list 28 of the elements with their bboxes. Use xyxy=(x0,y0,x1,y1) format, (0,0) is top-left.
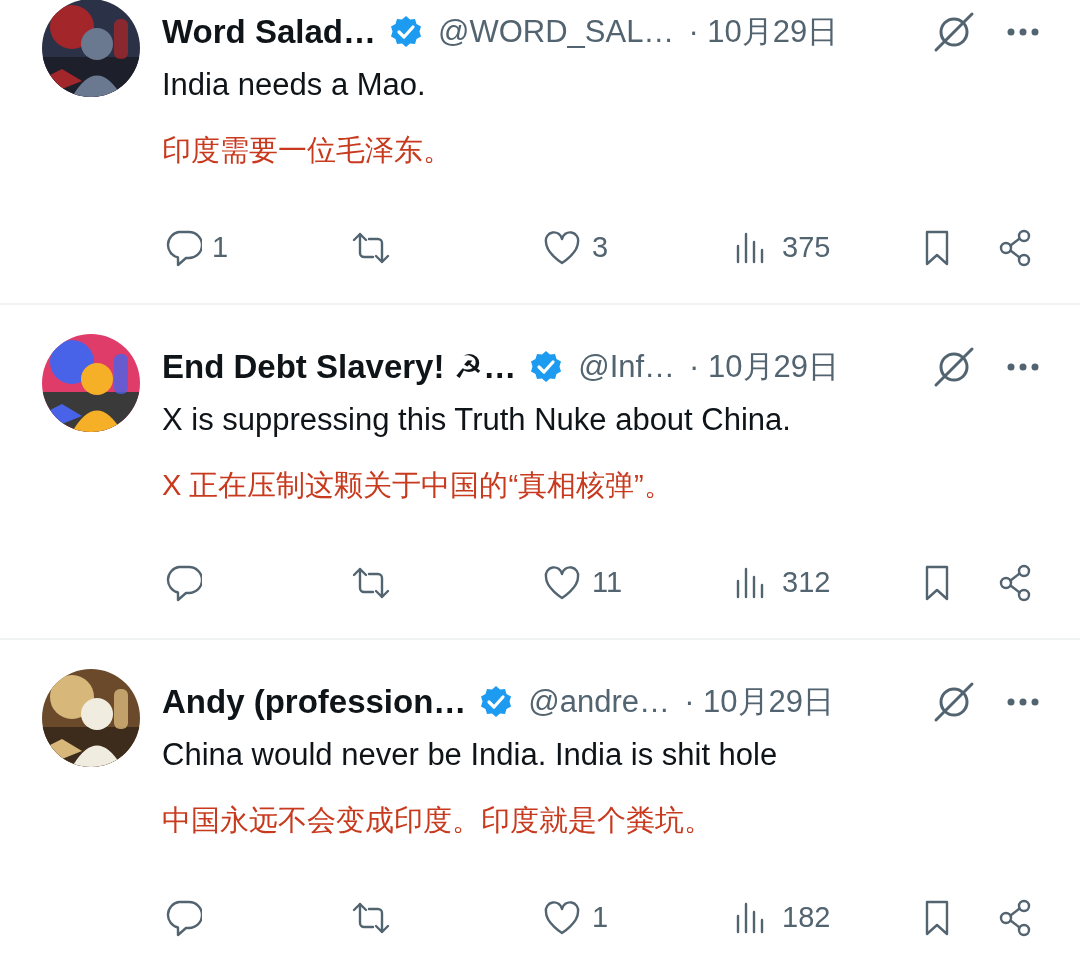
display-name: Andy (profession… xyxy=(162,682,467,723)
slashed-circle-icon[interactable] xyxy=(932,345,976,389)
user-handle: @WORD_SAL… xyxy=(437,12,675,51)
more-icon[interactable] xyxy=(1006,27,1040,37)
reply-text: X is suppressing this Truth Nuke about China. xyxy=(162,401,792,439)
post-date: · 10月29日 xyxy=(688,12,839,51)
post-date: · 10月29日 xyxy=(689,347,839,386)
display-name: Word Salad… xyxy=(162,12,376,53)
reply-text: India needs a Mao. xyxy=(162,66,427,104)
more-icon[interactable] xyxy=(1006,362,1040,372)
likes-count: 1 xyxy=(592,900,609,935)
user-handle: @andre… xyxy=(528,682,671,721)
translation-text: X 正在压制这颗关于中国的“真相核弹”。 xyxy=(162,468,674,503)
likes-count: 11 xyxy=(592,565,623,600)
slashed-circle-icon[interactable] xyxy=(932,680,976,724)
more-icon[interactable] xyxy=(1006,697,1040,707)
views-count: 375 xyxy=(782,230,831,265)
display-name: End Debt Slavery! ☭… xyxy=(162,347,517,388)
reply-text: China would never be India. India is shit hole xyxy=(162,736,779,774)
views-count: 312 xyxy=(782,565,831,600)
slashed-circle-icon[interactable] xyxy=(932,10,976,54)
likes-count: 3 xyxy=(592,230,609,265)
user-handle: @Inf… xyxy=(578,347,676,386)
translation-text: 印度需要一位毛泽东。 xyxy=(162,133,453,168)
views-count: 182 xyxy=(782,900,831,935)
post-date: · 10月29日 xyxy=(684,682,835,721)
translation-text: 中国永远不会变成印度。印度就是个粪坑。 xyxy=(162,803,714,838)
replies-count: 1 xyxy=(212,230,229,265)
